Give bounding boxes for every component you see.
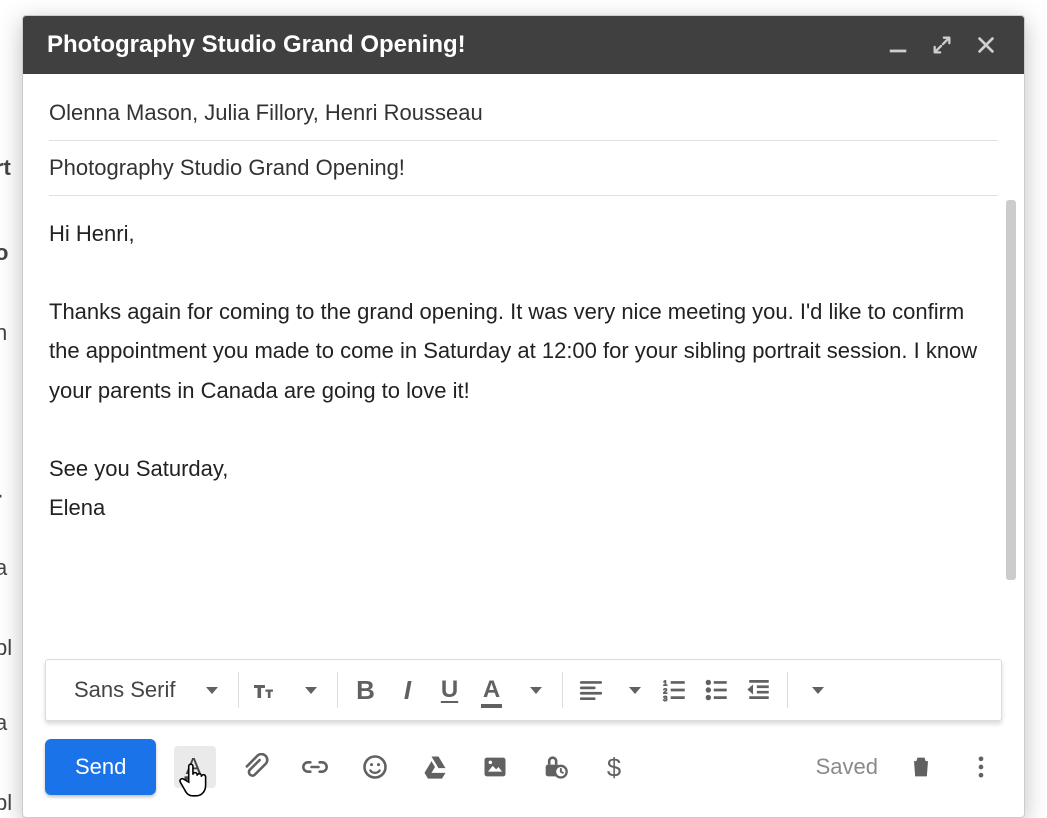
more-vertical-icon bbox=[967, 753, 995, 781]
numbered-list-icon: 1 2 3 bbox=[662, 677, 688, 703]
more-formatting-dropdown[interactable] bbox=[802, 674, 830, 706]
svg-text:T: T bbox=[265, 689, 272, 701]
drive-icon bbox=[421, 753, 449, 781]
text-color-icon: A bbox=[483, 676, 500, 704]
lock-clock-icon bbox=[541, 753, 569, 781]
trash-icon bbox=[907, 753, 935, 781]
text-format-icon: A bbox=[181, 753, 209, 781]
numbered-list-button[interactable]: 1 2 3 bbox=[661, 674, 689, 706]
bg-fragment: a bbox=[0, 555, 7, 581]
saved-status: Saved bbox=[816, 754, 878, 780]
dollar-icon: $ bbox=[601, 753, 629, 781]
svg-text:A: A bbox=[186, 753, 202, 779]
action-bar: Send A bbox=[23, 733, 1024, 817]
font-family-label: Sans Serif bbox=[74, 677, 182, 703]
insert-photo-button[interactable] bbox=[474, 746, 516, 788]
bullet-list-button[interactable] bbox=[703, 674, 731, 706]
compose-header: Photography Studio Grand Opening! bbox=[23, 16, 1024, 74]
compose-window: Photography Studio Grand Opening! Olenna… bbox=[22, 15, 1025, 818]
indent-less-icon bbox=[746, 677, 772, 703]
align-icon bbox=[578, 677, 604, 703]
fullscreen-button[interactable] bbox=[924, 27, 960, 63]
insert-drive-button[interactable] bbox=[414, 746, 456, 788]
compose-fields: Olenna Mason, Julia Fillory, Henri Rouss… bbox=[23, 74, 1024, 196]
link-icon bbox=[301, 753, 329, 781]
bg-fragment: a bbox=[0, 710, 7, 736]
close-button[interactable] bbox=[968, 27, 1004, 63]
chevron-down-icon bbox=[629, 687, 641, 694]
recipients-field[interactable]: Olenna Mason, Julia Fillory, Henri Rouss… bbox=[49, 86, 998, 141]
chevron-down-icon bbox=[206, 687, 218, 694]
emoji-icon bbox=[361, 753, 389, 781]
text-color-dropdown[interactable] bbox=[520, 674, 548, 706]
scrollbar[interactable] bbox=[1006, 200, 1016, 580]
close-icon bbox=[975, 34, 997, 56]
bold-button[interactable]: B bbox=[352, 674, 380, 706]
formatting-toggle-button[interactable]: A bbox=[174, 746, 216, 788]
svg-text:$: $ bbox=[607, 754, 621, 781]
text-color-button[interactable]: A bbox=[478, 674, 506, 706]
bg-fragment: - bbox=[0, 482, 2, 508]
font-size-icon: T T bbox=[254, 677, 280, 703]
svg-text:T: T bbox=[254, 682, 265, 702]
indent-less-button[interactable] bbox=[745, 674, 773, 706]
insert-money-button[interactable]: $ bbox=[594, 746, 636, 788]
paperclip-icon bbox=[241, 753, 269, 781]
font-family-dropdown[interactable] bbox=[196, 674, 224, 706]
insert-emoji-button[interactable] bbox=[354, 746, 396, 788]
chevron-down-icon bbox=[530, 687, 542, 694]
more-options-button[interactable] bbox=[960, 746, 1002, 788]
compose-title: Photography Studio Grand Opening! bbox=[47, 31, 872, 59]
italic-icon: I bbox=[404, 675, 411, 706]
message-body[interactable]: Hi Henri, Thanks again for coming to the… bbox=[49, 214, 998, 534]
italic-button[interactable]: I bbox=[394, 674, 422, 706]
attach-button[interactable] bbox=[234, 746, 276, 788]
underline-icon: U bbox=[441, 676, 458, 704]
photo-icon bbox=[481, 753, 509, 781]
discard-draft-button[interactable] bbox=[900, 746, 942, 788]
bold-icon: B bbox=[356, 675, 375, 706]
align-button[interactable] bbox=[577, 674, 605, 706]
bullet-list-icon bbox=[704, 677, 730, 703]
body-area: Hi Henri, Thanks again for coming to the… bbox=[23, 196, 1024, 659]
insert-link-button[interactable] bbox=[294, 746, 336, 788]
underline-button[interactable]: U bbox=[436, 674, 464, 706]
subject-field[interactable]: Photography Studio Grand Opening! bbox=[49, 141, 998, 196]
chevron-down-icon bbox=[812, 687, 824, 694]
minimize-icon bbox=[887, 34, 909, 56]
bg-fragment: bl bbox=[0, 635, 12, 661]
font-size-dropdown[interactable] bbox=[295, 674, 323, 706]
confidential-mode-button[interactable] bbox=[534, 746, 576, 788]
chevron-down-icon bbox=[305, 687, 317, 694]
bg-fragment: n bbox=[0, 320, 7, 346]
font-size-button[interactable]: T T bbox=[253, 674, 281, 706]
send-button[interactable]: Send bbox=[45, 739, 156, 795]
svg-text:3: 3 bbox=[663, 694, 667, 703]
minimize-button[interactable] bbox=[880, 27, 916, 63]
bg-fragment: bl bbox=[0, 790, 12, 816]
fullscreen-icon bbox=[931, 34, 953, 56]
bg-fragment: rt bbox=[0, 155, 11, 181]
bg-fragment: o bbox=[0, 240, 8, 266]
align-dropdown[interactable] bbox=[619, 674, 647, 706]
format-toolbar: Sans Serif T T B I U A bbox=[45, 659, 1002, 721]
